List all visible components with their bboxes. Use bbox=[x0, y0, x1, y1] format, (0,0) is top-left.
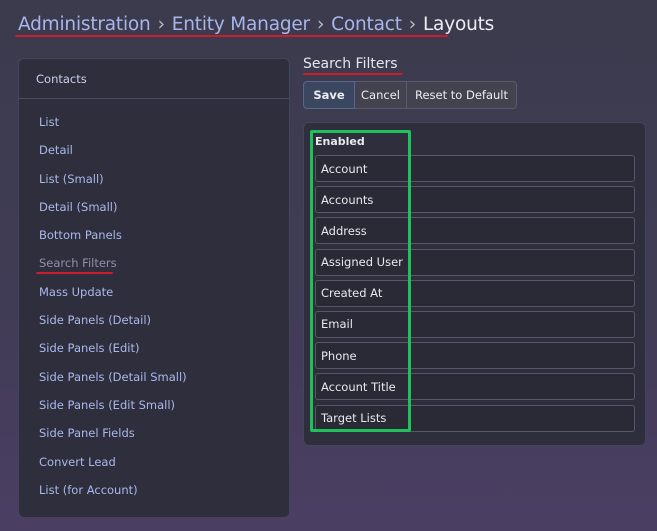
sidebar-item-side-panels-detail[interactable]: Side Panels (Detail) bbox=[39, 313, 187, 341]
field-item-assigned-user[interactable]: Assigned User bbox=[315, 248, 635, 276]
layout-sidebar: Contacts List Detail List (Small) Detail… bbox=[18, 58, 290, 518]
field-item-phone[interactable]: Phone bbox=[315, 342, 635, 370]
sidebar-item-detail-small[interactable]: Detail (Small) bbox=[39, 200, 187, 228]
sidebar-list: List Detail List (Small) Detail (Small) … bbox=[39, 115, 187, 511]
breadcrumb-separator: › bbox=[157, 14, 165, 35]
enabled-label: Enabled bbox=[315, 135, 365, 148]
sidebar-item-side-panels-edit[interactable]: Side Panels (Edit) bbox=[39, 341, 187, 369]
section-title: Search Filters bbox=[303, 56, 398, 72]
sidebar-item-search-filters[interactable]: Search Filters bbox=[39, 256, 187, 284]
enabled-fields-list: Account Accounts Address Assigned User C… bbox=[315, 155, 635, 436]
sidebar-header: Contacts bbox=[19, 59, 289, 99]
field-item-created-at[interactable]: Created At bbox=[315, 279, 635, 307]
breadcrumb-administration[interactable]: Administration bbox=[18, 14, 151, 35]
field-item-account[interactable]: Account bbox=[315, 155, 635, 182]
layout-action-buttons: Save Cancel Reset to Default bbox=[303, 81, 517, 109]
sidebar-item-side-panels-detail-small[interactable]: Side Panels (Detail Small) bbox=[39, 370, 187, 398]
sidebar-item-detail[interactable]: Detail bbox=[39, 143, 187, 171]
sidebar-item-list[interactable]: List bbox=[39, 115, 187, 143]
save-button[interactable]: Save bbox=[303, 81, 355, 109]
breadcrumb-highlight-underline bbox=[15, 35, 448, 37]
sidebar-item-list-for-account[interactable]: List (for Account) bbox=[39, 483, 187, 511]
title-highlight-underline bbox=[303, 73, 403, 75]
search-filters-highlight-underline bbox=[36, 272, 113, 274]
sidebar-item-list-small[interactable]: List (Small) bbox=[39, 172, 187, 200]
field-item-accounts[interactable]: Accounts bbox=[315, 186, 635, 214]
reset-to-default-button[interactable]: Reset to Default bbox=[407, 81, 517, 109]
breadcrumb-current-layouts: Layouts bbox=[422, 14, 495, 35]
field-item-account-title[interactable]: Account Title bbox=[315, 373, 635, 401]
sidebar-item-side-panels-edit-small[interactable]: Side Panels (Edit Small) bbox=[39, 398, 187, 426]
breadcrumb-separator: › bbox=[408, 14, 416, 35]
field-item-target-lists[interactable]: Target Lists bbox=[315, 404, 635, 432]
sidebar-item-bottom-panels[interactable]: Bottom Panels bbox=[39, 228, 187, 256]
breadcrumb-separator: › bbox=[316, 14, 325, 35]
field-item-address[interactable]: Address bbox=[315, 217, 635, 245]
field-item-email[interactable]: Email bbox=[315, 310, 635, 338]
sidebar-item-mass-update[interactable]: Mass Update bbox=[39, 285, 187, 313]
breadcrumb-entity-manager[interactable]: Entity Manager bbox=[172, 14, 310, 35]
sidebar-item-side-panel-fields[interactable]: Side Panel Fields bbox=[39, 426, 187, 454]
breadcrumb: Administration › Entity Manager › Contact › La… bbox=[18, 14, 494, 35]
cancel-button[interactable]: Cancel bbox=[355, 81, 407, 109]
sidebar-item-convert-lead[interactable]: Convert Lead bbox=[39, 455, 187, 483]
breadcrumb-contact[interactable]: Contact bbox=[331, 14, 402, 35]
